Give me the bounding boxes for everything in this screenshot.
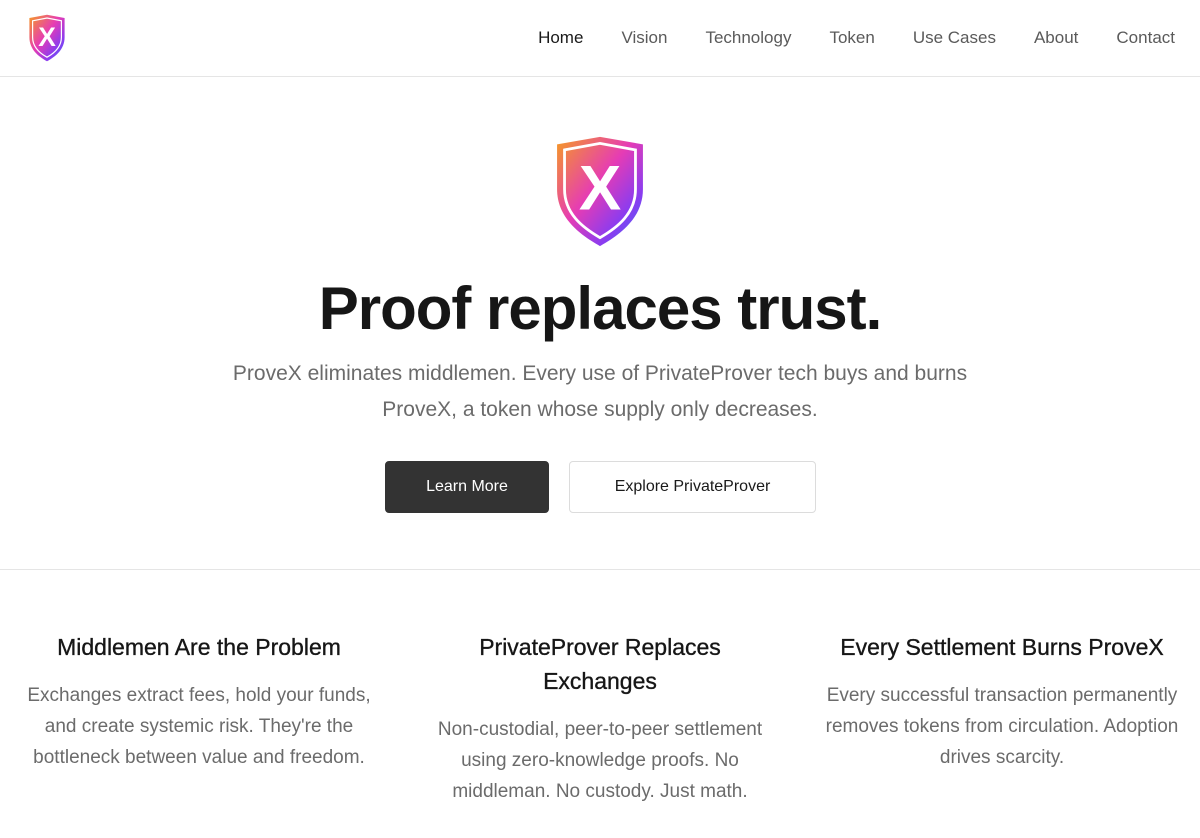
top-navbar: X Home Vision Technology Token Use Cases…	[0, 0, 1200, 77]
hero-section: X Proof replaces trust. ProveX eliminate…	[0, 77, 1200, 570]
main-nav: Home Vision Technology Token Use Cases A…	[500, 0, 1175, 76]
provex-shield-icon: X	[557, 136, 643, 247]
svg-text:X: X	[579, 154, 621, 224]
feature-title: PrivateProver Replaces Exchanges	[479, 634, 721, 694]
feature-body: Exchanges extract fees, hold your funds,…	[27, 685, 371, 768]
nav-use-cases-link[interactable]: Use Cases	[913, 28, 996, 48]
feature-body: Non-custodial, peer-to-peer settlement u…	[437, 719, 763, 802]
nav-technology-link[interactable]: Technology	[705, 28, 791, 48]
feature-title: Middlemen Are the Problem	[57, 634, 341, 660]
nav-contact-link[interactable]: Contact	[1116, 28, 1175, 48]
feature-card-privateprover: PrivateProver Replaces Exchanges Non-cus…	[420, 630, 780, 807]
hero-subtitle: ProveX eliminates middlemen. Every use o…	[232, 362, 968, 421]
nav-home-link[interactable]: Home	[538, 28, 583, 48]
provex-logo-icon[interactable]: X	[27, 14, 67, 62]
learn-more-button[interactable]: Learn More	[385, 461, 549, 513]
feature-body: Every successful transaction permanently…	[825, 685, 1179, 768]
explore-privateprover-button[interactable]: Explore PrivateProver	[569, 461, 816, 513]
feature-card-settlement: Every Settlement Burns ProveX Every succ…	[824, 630, 1180, 773]
feature-card-middlemen: Middlemen Are the Problem Exchanges extr…	[22, 630, 376, 773]
svg-text:X: X	[38, 22, 56, 52]
nav-token-link[interactable]: Token	[829, 28, 874, 48]
nav-about-link[interactable]: About	[1034, 28, 1078, 48]
nav-vision-link[interactable]: Vision	[621, 28, 667, 48]
hero-title: Proof replaces trust.	[318, 275, 883, 342]
feature-title: Every Settlement Burns ProveX	[840, 634, 1164, 660]
